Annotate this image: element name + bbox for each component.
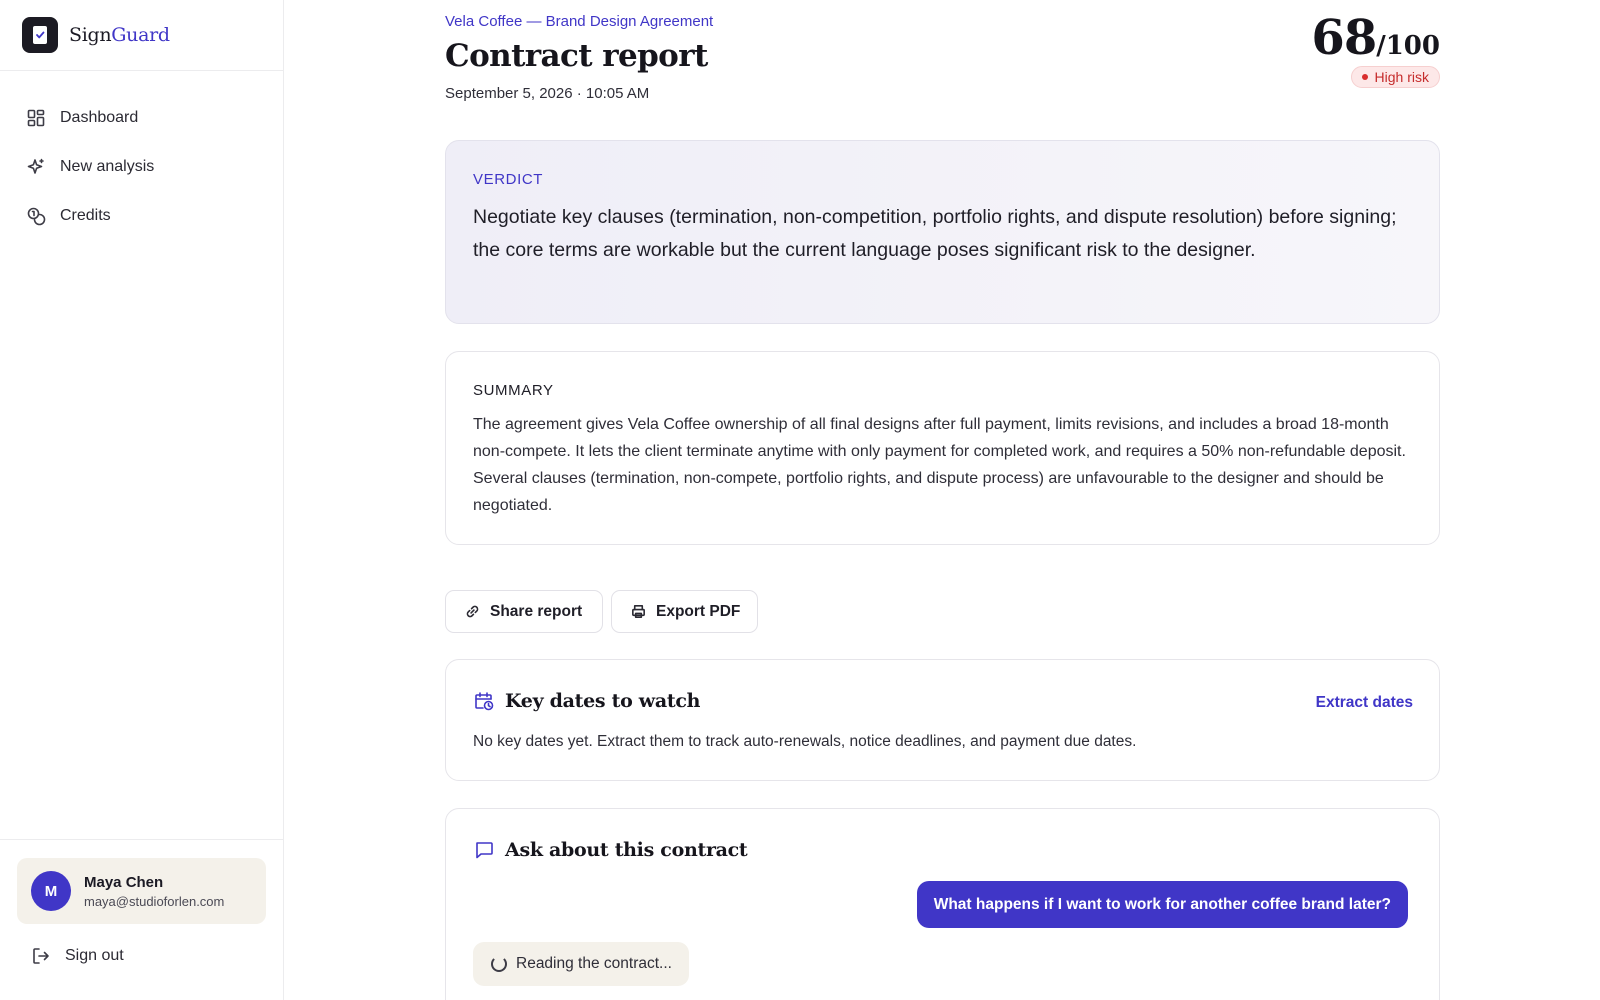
brand-name: SignGuard — [69, 24, 170, 46]
sidebar: SignGuard Dashboard New analysis Credits… — [0, 0, 284, 1000]
summary-text: The agreement gives Vela Coffee ownershi… — [473, 416, 1406, 514]
status-badge: High risk — [1350, 66, 1440, 88]
user-card[interactable]: M Maya Chen maya@studioforlen.com — [17, 858, 266, 924]
avatar: M — [31, 871, 71, 911]
brand-name-primary: Sign — [69, 24, 112, 46]
sidebar-item-new-analysis[interactable]: New analysis — [0, 142, 283, 191]
sparkle-icon — [27, 158, 44, 174]
sidebar-footer: M Maya Chen maya@studioforlen.com Sign o… — [0, 839, 283, 1000]
extract-dates-link[interactable]: Extract dates — [1316, 694, 1413, 712]
key-dates-header: Key dates to watch — [473, 690, 700, 712]
key-dates-empty-text: No key dates yet. Extract them to track … — [473, 733, 1137, 750]
page-title: Contract report — [445, 38, 708, 74]
loading-text: Reading the contract... — [516, 955, 672, 972]
sidebar-item-label: Credits — [60, 206, 111, 224]
sidebar-nav: Dashboard New analysis Credits — [0, 71, 283, 240]
calendar-clock-icon — [475, 692, 494, 711]
user-name: Maya Chen — [84, 873, 164, 891]
brand-name-accent: Guard — [111, 24, 170, 46]
verdict-card: VERDICT Negotiate key clauses (terminati… — [445, 140, 1440, 324]
export-pdf-button[interactable]: Export PDF — [611, 590, 758, 633]
key-dates-card: Key dates to watch Extract dates No key … — [445, 659, 1440, 781]
verdict-text: Negotiate key clauses (termination, non-… — [473, 206, 1397, 261]
risk-score: 68/100 High risk — [1311, 10, 1440, 88]
user-info: Maya Chen maya@studioforlen.com — [84, 874, 224, 909]
summary-card: SUMMARY The agreement gives Vela Coffee … — [445, 351, 1440, 545]
verdict-heading: VERDICT — [473, 171, 544, 188]
score-value: 68 — [1311, 10, 1377, 66]
export-pdf-label: Export PDF — [656, 602, 741, 620]
summary-heading: SUMMARY — [473, 382, 554, 399]
sign-out-label: Sign out — [65, 947, 124, 964]
ask-contract-heading: Ask about this contract — [505, 839, 748, 861]
status-dot-icon — [1361, 74, 1368, 80]
risk-label: High risk — [1374, 69, 1429, 85]
sidebar-item-dashboard[interactable]: Dashboard — [0, 93, 283, 142]
user-email: maya@studioforlen.com — [84, 893, 225, 909]
chat-bubble-icon — [476, 842, 493, 859]
report-datetime: September 5, 2026 · 10:05 AM — [445, 85, 650, 102]
link-icon — [466, 605, 479, 618]
user-message-bubble: What happens if I want to work for anoth… — [916, 881, 1408, 928]
brand[interactable]: SignGuard — [0, 0, 283, 71]
share-report-button[interactable]: Share report — [445, 590, 603, 633]
contract-name: Vela Coffee — Brand Design Agreement — [445, 13, 714, 30]
ask-contract-card: Ask about this contract What happens if … — [445, 808, 1440, 1000]
assistant-loading-indicator: Reading the contract... — [473, 942, 689, 986]
key-dates-heading: Key dates to watch — [505, 690, 701, 712]
sidebar-item-credits[interactable]: Credits — [0, 191, 283, 240]
score-max: /100 — [1376, 31, 1440, 61]
sign-out-icon — [33, 948, 49, 964]
spinner-icon — [491, 956, 507, 972]
grid-icon — [27, 109, 45, 126]
sidebar-item-label: New analysis — [60, 157, 155, 175]
sign-out-button[interactable]: Sign out — [31, 946, 124, 966]
printer-icon — [632, 605, 645, 618]
ask-contract-header: Ask about this contract — [473, 839, 748, 861]
share-report-label: Share report — [490, 602, 583, 620]
sidebar-item-label: Dashboard — [60, 108, 139, 126]
coins-icon — [27, 207, 46, 225]
shield-document-icon — [22, 17, 58, 53]
